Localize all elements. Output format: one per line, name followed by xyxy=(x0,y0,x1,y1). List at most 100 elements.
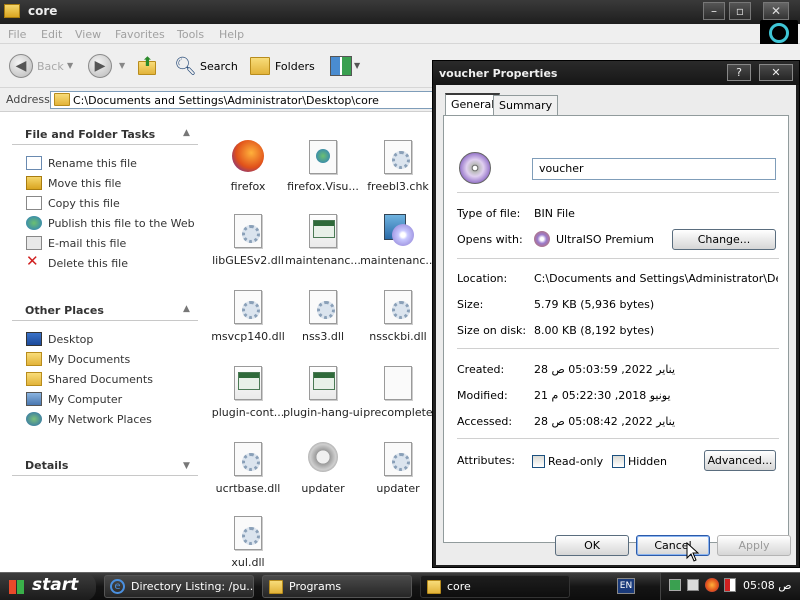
back-arrow-icon[interactable]: ◀ xyxy=(9,54,33,78)
place-shared-documents[interactable]: Shared Documents xyxy=(48,373,153,386)
task-label: Directory Listing: /pu... xyxy=(131,580,254,593)
general-tab-panel: voucher Type of file: BIN File Opens wit… xyxy=(443,115,789,543)
minimize-button[interactable]: – xyxy=(703,2,725,20)
dll-file-icon xyxy=(309,290,337,324)
ok-button[interactable]: OK xyxy=(555,535,629,556)
folder-icon xyxy=(427,580,441,594)
task-email[interactable]: E-mail this file xyxy=(48,237,126,250)
opens-with-value: UltraISO Premium xyxy=(556,233,655,246)
divider xyxy=(457,192,779,193)
hidden-checkbox[interactable] xyxy=(612,455,625,468)
start-label: start xyxy=(32,575,79,595)
task-core[interactable]: core xyxy=(420,575,570,598)
folder-icon xyxy=(54,93,70,106)
divider xyxy=(457,258,779,259)
rename-icon xyxy=(26,156,42,170)
accessed-label: Accessed: xyxy=(457,415,513,428)
back-button[interactable]: Back xyxy=(37,60,64,73)
shared-documents-icon xyxy=(26,372,42,386)
scrolled-row-fragment xyxy=(210,106,435,116)
file-name: firefox xyxy=(230,180,266,193)
dialog-close-button[interactable]: ✕ xyxy=(759,64,793,81)
readonly-checkbox[interactable] xyxy=(532,455,545,468)
up-folder-icon[interactable]: ⬆ xyxy=(136,55,158,76)
folder-icon xyxy=(269,580,283,594)
my-computer-icon xyxy=(26,392,42,406)
file-name: nss3.dll xyxy=(301,330,345,343)
clock[interactable]: 05:08 ص xyxy=(743,579,792,592)
place-my-computer[interactable]: My Computer xyxy=(48,393,122,406)
created-label: Created: xyxy=(457,363,505,376)
blank-file-icon xyxy=(384,366,412,400)
hidden-label[interactable]: Hidden xyxy=(628,455,667,468)
disc-image-icon xyxy=(459,152,491,184)
task-copy[interactable]: Copy this file xyxy=(48,197,120,210)
place-desktop[interactable]: Desktop xyxy=(48,333,93,346)
apply-button[interactable]: Apply xyxy=(717,535,791,556)
attributes-label: Attributes: xyxy=(457,454,516,467)
firefox-tray-icon[interactable] xyxy=(705,578,719,592)
task-pane: File and Folder Tasks ▲ Rename this file… xyxy=(0,112,210,572)
views-dropdown-icon[interactable]: ▼ xyxy=(354,61,360,70)
advanced-button[interactable]: Advanced... xyxy=(704,450,776,471)
file-name-input[interactable]: voucher xyxy=(532,158,776,180)
file-name: nssckbi.dll xyxy=(369,330,427,343)
dll-file-icon xyxy=(384,290,412,324)
modified-value: 21 يونيو 2018, 05:22:30 م xyxy=(534,389,671,402)
folders-button[interactable]: Folders xyxy=(275,60,315,73)
search-button[interactable]: Search xyxy=(200,60,238,73)
explorer-titlebar[interactable]: core – ▫ ✕ xyxy=(0,0,800,24)
close-button[interactable]: ✕ xyxy=(763,2,789,20)
task-directory-listing[interactable]: e Directory Listing: /pu... xyxy=(104,575,254,598)
copy-icon xyxy=(26,196,42,210)
forward-arrow-icon[interactable]: ▶ xyxy=(88,54,112,78)
mouse-cursor-icon xyxy=(686,542,700,562)
network-icon[interactable] xyxy=(669,579,681,591)
application-icon xyxy=(309,214,337,248)
menu-edit[interactable]: Edit xyxy=(41,28,62,41)
menu-help[interactable]: Help xyxy=(219,28,244,41)
maximize-button[interactable]: ▫ xyxy=(729,2,751,20)
tray-app-icon[interactable] xyxy=(687,579,699,591)
views-icon[interactable] xyxy=(330,56,352,76)
collapse-chevron-icon[interactable]: ▲ xyxy=(183,128,190,138)
change-button[interactable]: Change... xyxy=(672,229,776,250)
search-icon[interactable]: 🔍︎ xyxy=(174,56,197,77)
email-icon xyxy=(26,236,42,250)
file-folder-tasks-heading[interactable]: File and Folder Tasks xyxy=(25,128,155,141)
task-move[interactable]: Move this file xyxy=(48,177,121,190)
expand-chevron-icon[interactable]: ▼ xyxy=(183,461,190,471)
menu-favorites[interactable]: Favorites xyxy=(115,28,165,41)
dialog-titlebar[interactable]: voucher Properties ? ✕ xyxy=(433,61,799,85)
other-places-heading[interactable]: Other Places xyxy=(25,304,104,317)
help-button[interactable]: ? xyxy=(727,64,751,81)
readonly-label[interactable]: Read-only xyxy=(548,455,603,468)
task-publish[interactable]: Publish this file to the Web xyxy=(48,217,195,230)
task-delete[interactable]: Delete this file xyxy=(48,257,128,270)
task-programs[interactable]: Programs xyxy=(262,575,412,598)
menu-file[interactable]: File xyxy=(8,28,26,41)
desktop-icon xyxy=(26,332,42,346)
menu-view[interactable]: View xyxy=(75,28,101,41)
language-indicator[interactable]: EN xyxy=(617,578,635,594)
file-name: firefox.Visu... xyxy=(287,180,359,193)
ie-icon: e xyxy=(110,579,125,594)
window-title: core xyxy=(28,4,58,18)
place-network[interactable]: My Network Places xyxy=(48,413,152,426)
file-name: precomplete xyxy=(363,406,433,419)
task-rename[interactable]: Rename this file xyxy=(48,157,137,170)
file-name: msvcp140.dll xyxy=(211,330,285,343)
forward-dropdown-icon[interactable]: ▼ xyxy=(119,61,125,70)
opens-with-label: Opens with: xyxy=(457,233,523,246)
tab-summary[interactable]: Summary xyxy=(493,95,559,115)
menu-tools[interactable]: Tools xyxy=(177,28,204,41)
location-label: Location: xyxy=(457,272,508,285)
security-shield-icon[interactable] xyxy=(724,578,736,592)
place-my-documents[interactable]: My Documents xyxy=(48,353,130,366)
folders-icon[interactable] xyxy=(250,57,270,75)
start-button[interactable]: start xyxy=(0,573,96,600)
collapse-chevron-icon[interactable]: ▲ xyxy=(183,304,190,314)
details-heading[interactable]: Details xyxy=(25,459,68,472)
back-dropdown-icon[interactable]: ▼ xyxy=(67,61,73,70)
my-documents-icon xyxy=(26,352,42,366)
